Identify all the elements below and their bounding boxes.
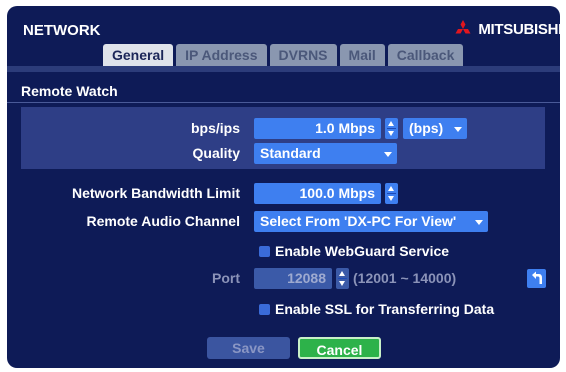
quality-label: Quality bbox=[192, 145, 240, 161]
chevron-down-icon bbox=[454, 127, 462, 132]
tab-general[interactable]: General bbox=[103, 44, 174, 66]
chevron-down-icon bbox=[384, 152, 392, 157]
bps-spinner[interactable] bbox=[385, 118, 398, 139]
spin-up-icon bbox=[388, 121, 394, 126]
chevron-down-icon bbox=[475, 220, 483, 225]
spin-down-icon bbox=[339, 281, 345, 286]
ssl-label: Enable SSL for Transferring Data bbox=[275, 301, 495, 317]
ssl-checkbox[interactable] bbox=[259, 304, 270, 315]
dialog-title: NETWORK bbox=[23, 22, 101, 39]
webguard-checkbox[interactable] bbox=[259, 246, 270, 257]
bandwidth-limit-field[interactable]: 100.0 Mbps bbox=[254, 183, 381, 204]
port-label: Port bbox=[212, 270, 240, 286]
mitsubishi-diamonds-icon bbox=[455, 20, 471, 34]
bps-ips-label: bps/ips bbox=[190, 120, 240, 136]
port-range-text: (12001 ~ 14000) bbox=[353, 270, 457, 286]
webguard-label: Enable WebGuard Service bbox=[275, 243, 450, 259]
port-field[interactable]: 12088 bbox=[254, 268, 332, 289]
tab-callback[interactable]: Callback bbox=[387, 44, 464, 66]
brand-name: MITSUBISHI bbox=[478, 20, 560, 38]
spin-up-icon bbox=[388, 186, 394, 191]
spin-down-icon bbox=[388, 131, 394, 136]
tab-dvrns[interactable]: DVRNS bbox=[269, 44, 337, 66]
port-spinner[interactable] bbox=[336, 268, 349, 289]
network-dialog: NETWORK MITSUBISHI General IP Address DV… bbox=[7, 6, 560, 368]
cancel-button[interactable]: Cancel bbox=[298, 337, 381, 359]
bps-unit-select[interactable]: (bps) bbox=[403, 118, 467, 139]
quality-select[interactable]: Standard bbox=[254, 143, 397, 164]
spin-down-icon bbox=[388, 196, 394, 201]
remote-audio-label: Remote Audio Channel bbox=[86, 213, 241, 229]
section-divider bbox=[7, 102, 560, 103]
bps-value-field[interactable]: 1.0 Mbps bbox=[254, 118, 381, 139]
tab-bar: General IP Address DVRNS Mail Callback bbox=[103, 44, 464, 66]
quality-value: Standard bbox=[260, 145, 321, 161]
save-button[interactable]: Save bbox=[207, 337, 290, 359]
remote-audio-select[interactable]: Select From 'DX-PC For View' bbox=[254, 211, 488, 232]
tab-mail[interactable]: Mail bbox=[339, 44, 385, 66]
bandwidth-limit-label: Network Bandwidth Limit bbox=[72, 185, 240, 201]
bandwidth-spinner[interactable] bbox=[385, 183, 398, 204]
remote-audio-value: Select From 'DX-PC For View' bbox=[260, 213, 457, 229]
undo-arrow-icon bbox=[532, 271, 542, 284]
tab-underline bbox=[7, 66, 560, 72]
section-title-remote-watch: Remote Watch bbox=[21, 83, 118, 99]
bps-unit-value: (bps) bbox=[409, 120, 444, 136]
tab-ip-address[interactable]: IP Address bbox=[176, 44, 267, 66]
brand-logo: MITSUBISHI bbox=[452, 20, 560, 38]
spin-up-icon bbox=[339, 271, 345, 276]
port-reset-button[interactable] bbox=[527, 269, 546, 288]
